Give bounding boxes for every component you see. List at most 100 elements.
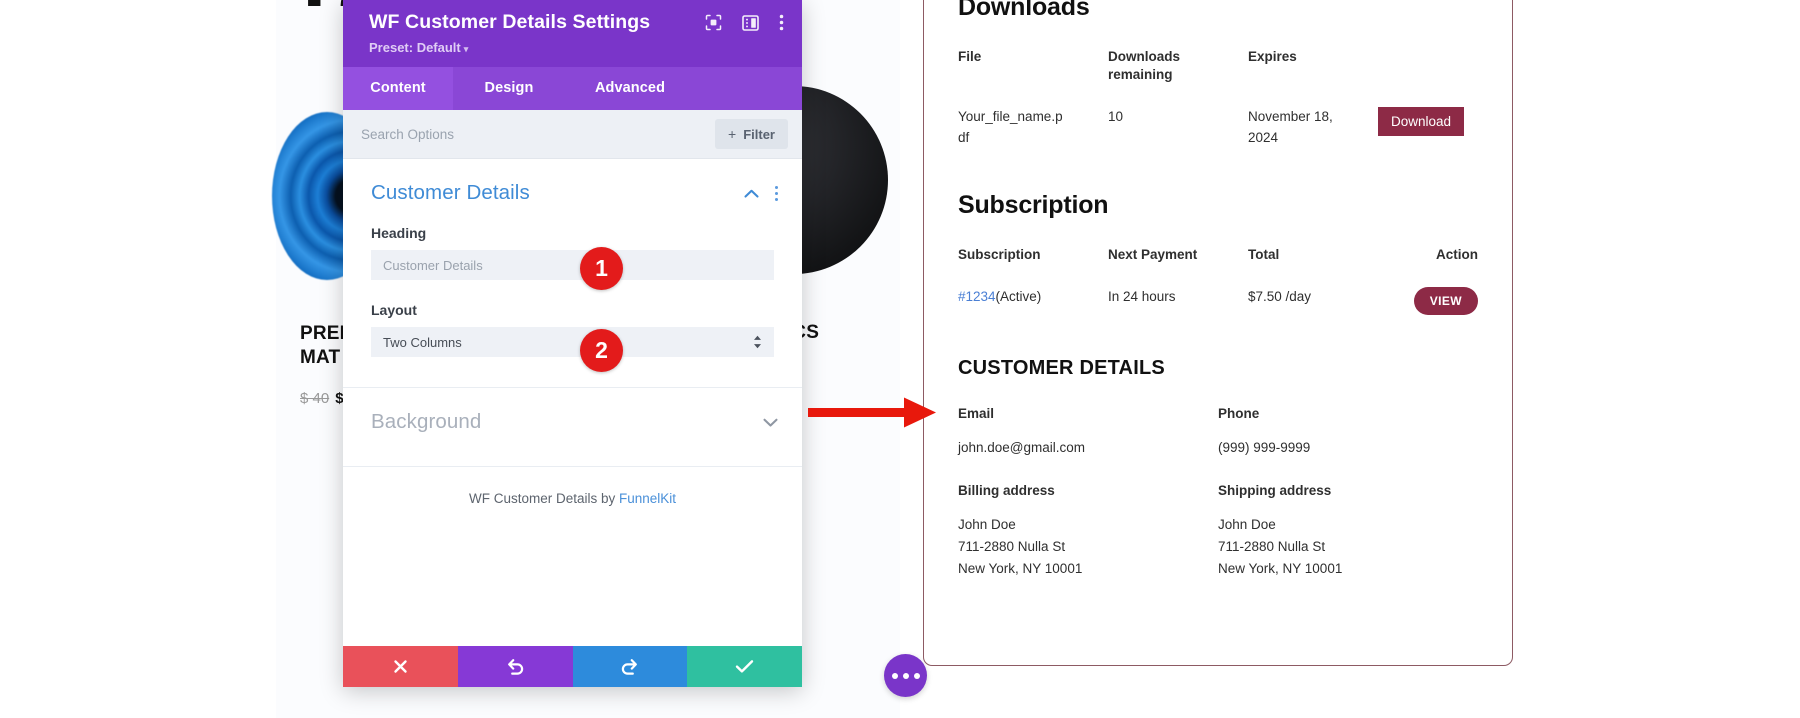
subscription-status: (Active) [995, 289, 1042, 305]
dot [775, 197, 778, 201]
heading-input[interactable] [371, 250, 774, 281]
download-button[interactable]: Download [1378, 107, 1465, 137]
billing-line-2: 711-2880 Nulla St [958, 539, 1066, 555]
view-subscription-button[interactable]: VIEW [1413, 287, 1478, 316]
modal-header-icons [705, 14, 784, 31]
section-customer-details-header[interactable]: Customer Details [343, 159, 802, 215]
chevron-up-icon[interactable] [744, 189, 759, 198]
tab-advanced[interactable]: Advanced [565, 67, 695, 110]
filter-button[interactable]: + Filter [715, 119, 788, 150]
dot [775, 191, 778, 195]
subscription-id-cell: #1234(Active) [958, 271, 1108, 315]
subscription-col-total: Total [1248, 246, 1280, 262]
preset-label: Preset: Default [369, 40, 461, 56]
shipping-address-value: John Doe 711-2880 Nulla St New York, NY … [1218, 514, 1478, 580]
download-expires: November 18, 2024 [1248, 109, 1333, 146]
shipping-line-1: John Doe [1218, 517, 1276, 533]
search-bar: + Filter [343, 110, 802, 160]
dot [913, 672, 920, 679]
layout-field-label: Layout [371, 302, 417, 319]
grid-gap [958, 459, 1478, 483]
cancel-button[interactable] [343, 646, 458, 687]
downloads-col-remaining: Downloads remaining [1108, 49, 1181, 82]
table-row: #1234(Active) In 24 hours $7.50 /day VIE… [958, 271, 1478, 316]
settings-modal: WF Customer Details Settings Preset: Def… [343, 0, 802, 687]
phone-block: Phone (999) 999-9999 [1218, 406, 1478, 459]
customer-details-heading: CUSTOMER DETAILS [958, 357, 1165, 380]
phone-value: (999) 999-9999 [1218, 440, 1311, 456]
modal-header: WF Customer Details Settings Preset: Def… [343, 0, 802, 68]
customer-details-grid: Email john.doe@gmail.com Phone (999) 999… [958, 406, 1478, 580]
product-price-left: $ 40 $ [300, 390, 344, 407]
billing-line-1: John Doe [958, 517, 1016, 533]
heading-field: Heading [343, 215, 802, 281]
subscription-col-action: Action [1436, 246, 1478, 262]
panel-layout-icon[interactable] [742, 14, 759, 31]
shipping-address-label: Shipping address [1218, 483, 1332, 499]
tab-design[interactable]: Design [453, 67, 565, 110]
price-old: $ 40 [300, 390, 330, 407]
download-remaining: 10 [1108, 109, 1124, 125]
layout-select-value: Two Columns [383, 334, 462, 350]
background-store-page: TO UX PREMIUM YOGAMAT $ 40$ DISCS [0, 0, 1800, 718]
shipping-line-3: New York, NY 10001 [1218, 561, 1343, 577]
email-block: Email john.doe@gmail.com [958, 406, 1218, 459]
annotation-badge-2: 2 [580, 329, 623, 372]
section-customer-details-title: Customer Details [371, 181, 530, 205]
downloads-table: File Downloads remaining Expires Your_fi… [958, 48, 1478, 149]
subscription-header-row: Subscription Next Payment Total Action [958, 246, 1478, 272]
focus-target-icon[interactable] [705, 14, 722, 31]
section-background-title: Background [371, 410, 482, 434]
search-input[interactable] [361, 126, 611, 142]
email-value: john.doe@gmail.com [958, 440, 1086, 456]
table-row: Your_file_name.p df 10 November 18, 2024 D… [958, 91, 1478, 149]
downloads-col-file: File [958, 49, 982, 64]
funnelkit-link[interactable]: FunnelKit [619, 491, 676, 506]
downloads-col-action [1378, 48, 1478, 91]
section-background-header[interactable]: Background [343, 388, 802, 444]
kebab-menu-icon[interactable] [779, 14, 784, 31]
chevron-down-icon: ▾ [463, 44, 469, 55]
plus-icon: + [728, 126, 737, 143]
save-button[interactable] [687, 646, 802, 687]
filter-button-label: Filter [743, 126, 775, 142]
shipping-address-block: Shipping address John Doe 711-2880 Nulla… [1218, 483, 1478, 580]
modal-tabbar: Content Design Advanced [343, 67, 802, 111]
redo-button[interactable] [572, 646, 688, 687]
subscription-id-link[interactable]: #1234 [958, 289, 996, 304]
downloads-header-row: File Downloads remaining Expires [958, 48, 1478, 91]
email-label: Email [958, 406, 995, 422]
heading-field-label: Heading [371, 225, 427, 242]
plugin-credit: WF Customer Details by FunnelKit [343, 467, 802, 506]
section-controls [744, 185, 778, 201]
undo-button[interactable] [457, 646, 573, 687]
subscription-table: Subscription Next Payment Total Action #… [958, 246, 1478, 316]
billing-line-3: New York, NY 10001 [958, 561, 1083, 577]
annotation-arrow [808, 392, 940, 437]
shipping-line-2: 711-2880 Nulla St [1218, 539, 1326, 555]
stepper-arrows-icon [753, 335, 762, 349]
section-controls [763, 418, 778, 427]
section-kebab-icon[interactable] [775, 185, 778, 201]
modal-body: Customer Details Heading Customer Detail… [343, 159, 802, 646]
layout-select[interactable]: Two Columns [371, 327, 774, 358]
credit-text: WF Customer Details by [468, 491, 619, 507]
subscription-col-subscription: Subscription [958, 246, 1041, 262]
dot [891, 672, 898, 679]
preset-selector[interactable]: Preset: Default ▾ [369, 40, 780, 55]
downloads-col-expires: Expires [1248, 49, 1297, 64]
billing-address-block: Billing address John Doe 711-2880 Nulla … [958, 483, 1218, 580]
billing-address-value: John Doe 711-2880 Nulla St New York, NY … [958, 514, 1218, 580]
subscription-col-next-payment: Next Payment [1108, 246, 1198, 262]
modal-action-bar [343, 646, 802, 687]
chevron-down-icon[interactable] [763, 418, 778, 427]
screenshot-root: TO UX PREMIUM YOGAMAT $ 40$ DISCS Downlo… [0, 0, 1800, 718]
billing-address-label: Billing address [958, 483, 1055, 499]
subscription-heading: Subscription [958, 190, 1109, 219]
dot [902, 672, 909, 679]
tab-content[interactable]: Content [343, 67, 453, 111]
more-options-fab[interactable] [884, 654, 927, 697]
dot [775, 185, 778, 189]
subscription-action-cell: VIEW [1378, 271, 1478, 316]
download-file-name: Your_file_name.p df [958, 109, 1063, 146]
